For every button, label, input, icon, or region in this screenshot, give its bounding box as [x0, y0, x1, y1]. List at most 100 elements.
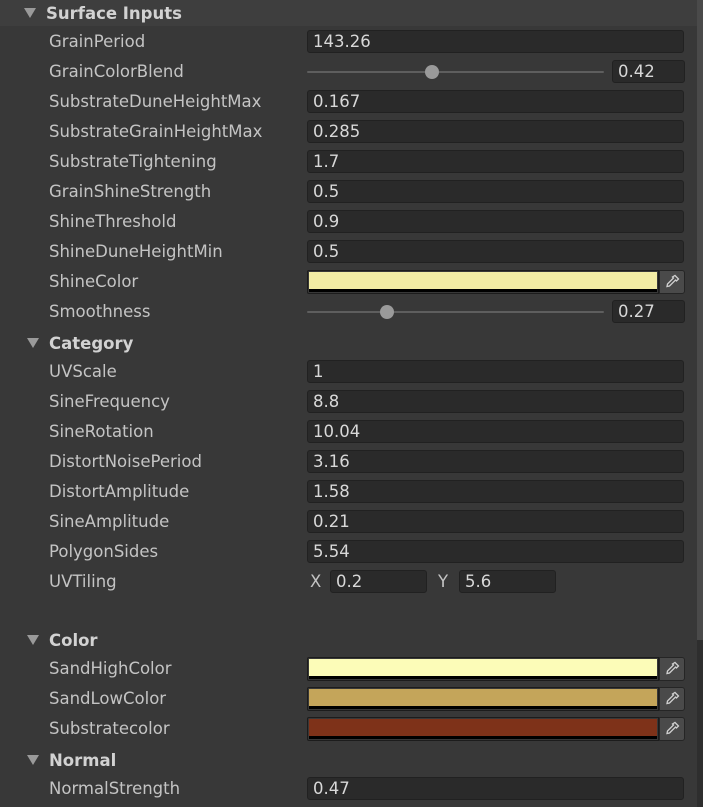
triangle-down-icon — [27, 635, 39, 645]
property-label: PolygonSides — [49, 542, 159, 561]
alpha-bar — [309, 736, 657, 739]
property-label: SineAmplitude — [49, 512, 170, 531]
property-substrate-color: Substratecolor — [0, 714, 697, 744]
substrate-color-swatch[interactable] — [307, 717, 659, 741]
property-grain-color-blend: GrainColorBlend 0.42 — [0, 57, 697, 87]
normal-strength-field[interactable]: 0.47 — [307, 777, 684, 800]
foldout-normal[interactable]: Normal — [0, 746, 116, 774]
shine-threshold-field[interactable]: 0.9 — [307, 210, 684, 233]
property-label: DistortAmplitude — [49, 482, 190, 501]
substrate-dune-height-max-field[interactable]: 0.167 — [307, 90, 684, 113]
foldout-category[interactable]: Category — [0, 329, 133, 357]
property-grain-period: GrainPeriod 143.26 — [0, 27, 697, 57]
property-distort-amplitude: DistortAmplitude 1.58 — [0, 477, 697, 507]
eyedropper-icon — [666, 274, 680, 288]
eyedropper-icon — [666, 691, 680, 705]
shine-color-swatch[interactable] — [307, 270, 659, 294]
property-label: UVTiling — [49, 572, 117, 591]
property-substrate-dune-height-max: SubstrateDuneHeightMax 0.167 — [0, 87, 697, 117]
substrate-grain-height-max-field[interactable]: 0.285 — [307, 120, 684, 143]
property-label: SineRotation — [49, 422, 154, 441]
property-sand-high-color: SandHighColor — [0, 654, 697, 684]
property-substrate-tightening: SubstrateTightening 1.7 — [0, 147, 697, 177]
property-label: SandHighColor — [49, 659, 172, 678]
property-label: SubstrateDuneHeightMax — [49, 92, 262, 111]
sand-low-color-picker-button[interactable] — [659, 687, 685, 711]
alpha-bar — [309, 676, 657, 679]
property-label: ShineDuneHeightMin — [49, 242, 223, 261]
triangle-down-icon — [24, 8, 36, 18]
smoothness-slider-thumb[interactable] — [380, 305, 395, 319]
section-title: Category — [49, 333, 134, 353]
color-fill — [309, 689, 657, 706]
property-distort-noise-period: DistortNoisePeriod 3.16 — [0, 447, 697, 477]
property-shine-threshold: ShineThreshold 0.9 — [0, 207, 697, 237]
property-sand-low-color: SandLowColor — [0, 684, 697, 714]
smoothness-field[interactable]: 0.27 — [612, 300, 685, 323]
vertical-scrollbar[interactable] — [697, 0, 703, 807]
property-label: SubstrateTightening — [49, 152, 217, 171]
grain-shine-strength-field[interactable]: 0.5 — [307, 180, 684, 203]
uv-tiling-y-field[interactable]: 5.6 — [459, 570, 556, 593]
grain-color-blend-slider-thumb[interactable] — [424, 65, 439, 79]
property-grain-shine-strength: GrainShineStrength 0.5 — [0, 177, 697, 207]
foldout-color[interactable]: Color — [0, 626, 98, 654]
foldout-surface-inputs[interactable]: Surface Inputs — [0, 0, 697, 26]
property-shine-dune-height-min: ShineDuneHeightMin 0.5 — [0, 237, 697, 267]
uv-tiling-x-field[interactable]: 0.2 — [330, 570, 427, 593]
distort-noise-period-field[interactable]: 3.16 — [307, 450, 684, 473]
grain-period-field[interactable]: 143.26 — [307, 30, 684, 53]
property-label: Substratecolor — [49, 719, 170, 738]
distort-amplitude-field[interactable]: 1.58 — [307, 480, 684, 503]
sand-high-color-swatch[interactable] — [307, 657, 659, 681]
triangle-down-icon — [27, 755, 39, 765]
property-sine-amplitude: SineAmplitude 0.21 — [0, 507, 697, 537]
property-label: ShineColor — [49, 272, 139, 291]
property-substrate-grain-height-max: SubstrateGrainHeightMax 0.285 — [0, 117, 697, 147]
property-label: GrainColorBlend — [49, 62, 184, 81]
alpha-bar — [309, 706, 657, 709]
property-label: Smoothness — [49, 302, 151, 321]
property-label: UVScale — [49, 362, 117, 381]
polygon-sides-field[interactable]: 5.54 — [307, 540, 684, 563]
grain-color-blend-slider-track[interactable] — [307, 71, 604, 73]
triangle-down-icon — [27, 338, 39, 348]
property-label: NormalStrength — [49, 779, 181, 798]
section-title: Surface Inputs — [46, 3, 182, 23]
uv-scale-field[interactable]: 1 — [307, 360, 684, 383]
inspector-panel: Surface Inputs GrainPeriod 143.26 GrainC… — [0, 0, 697, 807]
property-shine-color: ShineColor — [0, 267, 697, 297]
property-label: SubstrateGrainHeightMax — [49, 122, 263, 141]
substrate-tightening-field[interactable]: 1.7 — [307, 150, 684, 173]
property-uv-scale: UVScale 1 — [0, 357, 697, 387]
uv-tiling-x-label[interactable]: X — [310, 567, 321, 597]
sand-high-color-picker-button[interactable] — [659, 657, 685, 681]
shine-dune-height-min-field[interactable]: 0.5 — [307, 240, 684, 263]
smoothness-slider-track[interactable] — [307, 311, 604, 313]
sine-frequency-field[interactable]: 8.8 — [307, 390, 684, 413]
property-label: SandLowColor — [49, 689, 167, 708]
shine-color-picker-button[interactable] — [659, 270, 685, 294]
property-normal-strength: NormalStrength 0.47 — [0, 774, 697, 804]
property-label: ShineThreshold — [49, 212, 177, 231]
property-label: GrainShineStrength — [49, 182, 212, 201]
property-polygon-sides: PolygonSides 5.54 — [0, 537, 697, 567]
section-title: Color — [49, 630, 98, 650]
eyedropper-icon — [666, 661, 680, 675]
color-fill — [309, 719, 657, 736]
property-label: SineFrequency — [49, 392, 170, 411]
substrate-color-picker-button[interactable] — [659, 717, 685, 741]
property-sine-frequency: SineFrequency 8.8 — [0, 387, 697, 417]
scrollbar-thumb[interactable] — [697, 0, 703, 640]
sand-low-color-swatch[interactable] — [307, 687, 659, 711]
property-label: GrainPeriod — [49, 32, 146, 51]
sine-amplitude-field[interactable]: 0.21 — [307, 510, 684, 533]
grain-color-blend-field[interactable]: 0.42 — [612, 60, 685, 83]
property-label: DistortNoisePeriod — [49, 452, 202, 471]
sine-rotation-field[interactable]: 10.04 — [307, 420, 684, 443]
eyedropper-icon — [666, 721, 680, 735]
property-uv-tiling: UVTiling X 0.2 Y 5.6 — [0, 567, 697, 597]
alpha-bar — [309, 289, 657, 292]
uv-tiling-y-label[interactable]: Y — [438, 567, 448, 597]
property-smoothness: Smoothness 0.27 — [0, 297, 697, 327]
